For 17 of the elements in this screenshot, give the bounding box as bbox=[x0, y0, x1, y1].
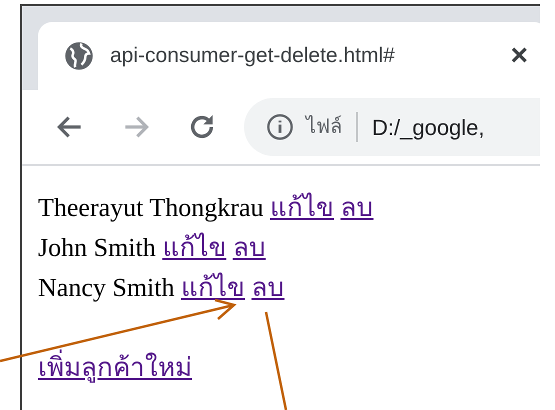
url-text: D:/_google, bbox=[372, 114, 485, 142]
customer-name: Theerayut Thongkrau bbox=[38, 193, 264, 222]
info-icon[interactable] bbox=[266, 113, 294, 141]
delete-link[interactable]: ลบ bbox=[252, 273, 284, 302]
delete-link[interactable]: ลบ bbox=[232, 233, 266, 262]
scheme-label: ไฟล์ bbox=[306, 114, 342, 140]
edit-link[interactable]: แก้ไข bbox=[162, 233, 226, 262]
delete-link[interactable]: ลบ bbox=[340, 193, 374, 222]
edit-link[interactable]: แก้ไข bbox=[181, 273, 245, 302]
close-button[interactable]: × bbox=[510, 41, 528, 71]
address-bar[interactable]: ไฟล์ D:/_google, bbox=[244, 98, 540, 156]
globe-icon bbox=[64, 41, 94, 71]
edit-link[interactable]: แก้ไข bbox=[270, 193, 334, 222]
browser-tab[interactable]: api-consumer-get-delete.html# × bbox=[38, 22, 540, 90]
customer-name: Nancy Smith bbox=[38, 273, 174, 302]
customer-name: John Smith bbox=[38, 233, 156, 262]
tab-title: api-consumer-get-delete.html# bbox=[110, 43, 395, 70]
